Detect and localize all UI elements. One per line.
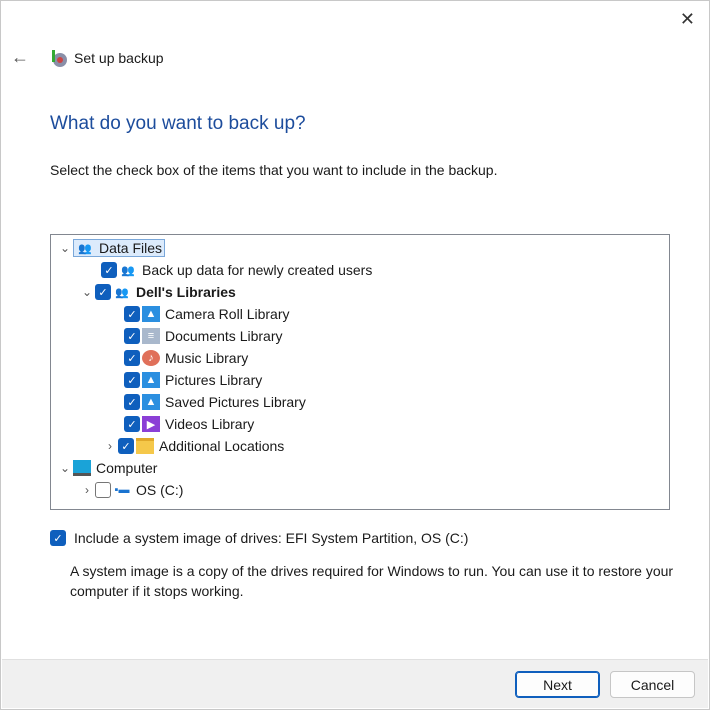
checkbox[interactable]: ✓ [118,438,134,454]
checkbox[interactable]: ✓ [124,394,140,410]
folder-icon [136,438,154,454]
tree-item-dells-libraries[interactable]: ⌄ ✓ 👥 Dell's Libraries [79,281,236,303]
checkbox[interactable] [95,482,111,498]
checkbox[interactable]: ✓ [124,328,140,344]
tree-item-label: Camera Roll Library [165,306,290,322]
pictures-icon: ▲ [142,394,160,410]
checkbox[interactable]: ✓ [95,284,111,300]
tree-item-label: Data Files [99,240,163,256]
chevron-down-icon[interactable]: ⌄ [79,285,95,299]
pictures-icon: ▲ [142,306,160,322]
instruction-text: Select the check box of the items that y… [50,162,498,178]
tree-item-data-files[interactable]: ⌄ 👥 Data Files [57,237,166,259]
tree-item-saved-pictures[interactable]: ✓ ▲ Saved Pictures Library [124,391,306,413]
back-arrow-icon[interactable]: ← [11,47,29,68]
drive-icon: ▪▬ [114,484,130,496]
user-files-icon: 👥 [115,286,129,299]
system-image-option[interactable]: ✓ Include a system image of drives: EFI … [50,530,468,546]
tree-item-computer[interactable]: ⌄ Computer [57,457,157,479]
chevron-down-icon[interactable]: ⌄ [57,461,73,475]
tree-item-label: Additional Locations [159,438,285,454]
chevron-down-icon[interactable]: ⌄ [57,241,73,255]
chevron-right-icon[interactable]: › [79,483,95,497]
tree-item-videos[interactable]: ✓ ▶ Videos Library [124,413,254,435]
next-button[interactable]: Next [515,671,600,698]
checkbox[interactable]: ✓ [124,416,140,432]
checkbox[interactable]: ✓ [101,262,117,278]
documents-icon: ≡ [142,328,160,344]
user-files-icon: 👥 [121,264,135,277]
user-files-icon: 👥 [78,242,92,255]
system-image-label: Include a system image of drives: EFI Sy… [74,530,469,546]
checkbox[interactable]: ✓ [124,306,140,322]
chevron-right-icon[interactable]: › [102,439,118,453]
window-title: Set up backup [74,50,164,66]
tree-item-label: Videos Library [165,416,255,432]
checkbox[interactable]: ✓ [124,350,140,366]
tree-item-label: Computer [96,460,158,476]
computer-icon [73,460,91,476]
page-heading: What do you want to back up? [50,113,306,134]
tree-item-label: Dell's Libraries [136,284,236,300]
tree-item-additional-locations[interactable]: › ✓ Additional Locations [102,435,284,457]
tree-item-documents[interactable]: ✓ ≡ Documents Library [124,325,283,347]
checkbox[interactable]: ✓ [124,372,140,388]
system-image-checkbox[interactable]: ✓ [50,530,66,546]
tree-item-new-users[interactable]: ✓ 👥 Back up data for newly created users [101,259,372,281]
tree-item-pictures[interactable]: ✓ ▲ Pictures Library [124,369,262,391]
tree-item-label: Documents Library [165,328,283,344]
tree-item-label: Music Library [165,350,249,366]
close-icon[interactable]: ✕ [680,10,695,28]
tree-item-label: Pictures Library [165,372,263,388]
music-icon: ♪ [142,350,160,366]
tree-item-label: Saved Pictures Library [165,394,306,410]
tree-item-music[interactable]: ✓ ♪ Music Library [124,347,248,369]
footer-bar [2,659,708,708]
backup-app-icon [52,50,67,67]
backup-items-tree[interactable]: ⌄ 👥 Data Files ✓ 👥 Back up data for newly… [50,234,670,510]
system-image-description: A system image is a copy of the drives r… [70,563,674,599]
tree-item-camera-roll[interactable]: ✓ ▲ Camera Roll Library [124,303,289,325]
tree-item-label: Back up data for newly created users [142,262,373,278]
videos-icon: ▶ [142,416,160,432]
tree-item-os-c[interactable]: › ▪▬ OS (C:) [79,479,183,501]
pictures-icon: ▲ [142,372,160,388]
cancel-button[interactable]: Cancel [610,671,695,698]
tree-item-label: OS (C:) [136,482,184,498]
setup-backup-window: ✕ ← Set up backup What do you want to ba… [0,0,710,710]
